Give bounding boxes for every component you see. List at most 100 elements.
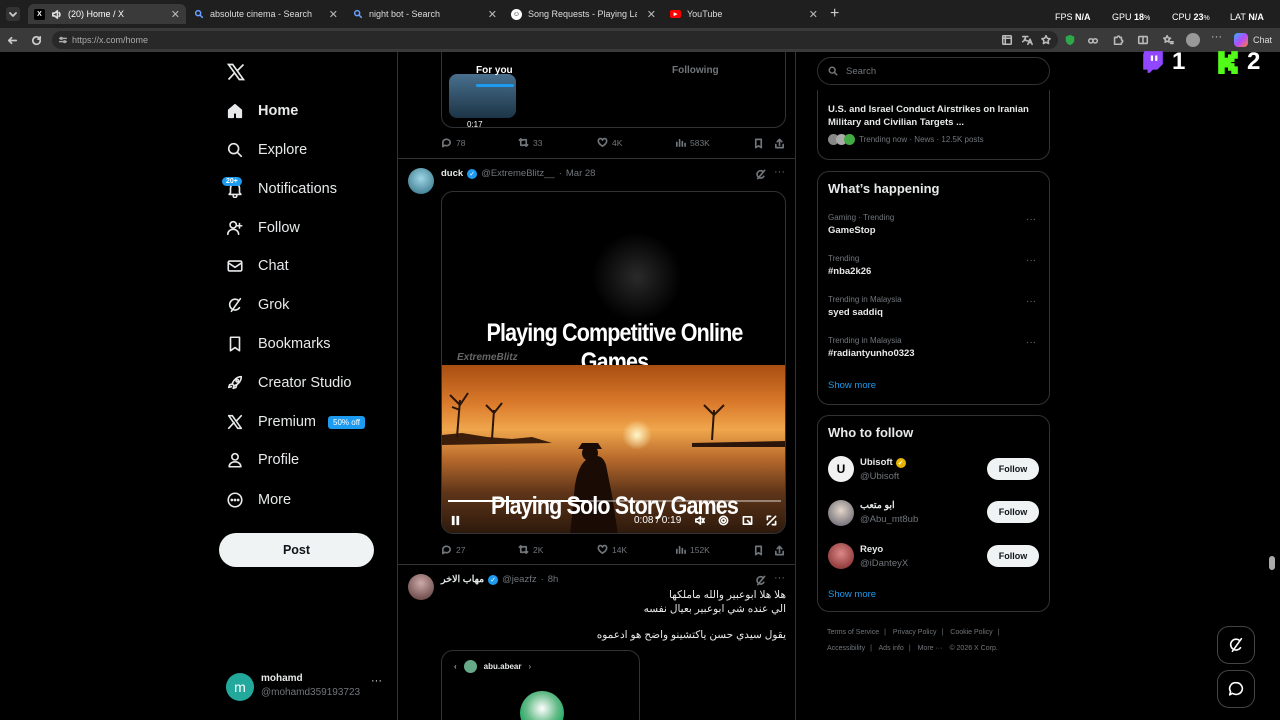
sidebar-item-bookmarks[interactable]: Bookmarks [226,329,331,359]
volume-icon[interactable] [694,515,705,526]
tweet-time[interactable]: 8h [548,574,559,585]
fullscreen-icon[interactable] [766,515,777,526]
views-button[interactable]: 152K [675,544,710,555]
close-icon[interactable]: ✕ [488,8,497,21]
favorites-icon[interactable] [1162,34,1174,46]
site-info-icon[interactable] [58,35,68,45]
speaker-icon[interactable] [51,9,62,20]
bookmark-icon[interactable] [753,545,764,556]
avatar[interactable] [408,168,434,194]
sidebar-item-home[interactable]: Home [226,96,298,126]
embedded-media-card[interactable]: ‹ abu.abear › [441,650,640,720]
tweet-time[interactable]: Mar 28 [566,168,596,179]
embed-account-name[interactable]: abu.abear [484,662,522,671]
share-icon[interactable] [774,545,785,556]
trend-more-icon[interactable]: ··· [1026,255,1036,266]
author-name[interactable]: مهاب الاخر [441,574,484,585]
sidebar-item-profile[interactable]: Profile [226,445,299,475]
translate-icon[interactable] [1021,34,1033,46]
picture-in-picture-icon[interactable] [742,515,753,526]
x-logo-icon[interactable] [226,62,246,82]
follow-button[interactable]: Follow [987,458,1039,480]
grok-icon[interactable] [755,575,766,586]
news-card[interactable]: U.S. and Israel Conduct Airstrikes on Ir… [817,90,1050,160]
like-button[interactable]: 4K [597,137,622,148]
follow-button[interactable]: Follow [987,501,1039,523]
sidebar-item-more[interactable]: More [226,485,291,515]
menu-dots-icon[interactable]: ··· [1211,31,1222,43]
tab-song-requests[interactable]: ☺ Song Requests - Playing Laszlo - S ✕ [505,4,662,24]
reload-icon[interactable] [30,34,43,47]
tab-following[interactable]: Following [672,65,719,76]
tab-absolute-cinema[interactable]: absolute cinema - Search ✕ [188,4,344,24]
search-input[interactable]: Search [817,57,1050,85]
split-screen-icon[interactable] [1137,34,1149,46]
pause-icon[interactable] [450,515,461,526]
chevron-left-icon[interactable]: ‹ [454,662,457,671]
puzzle-icon[interactable] [1112,34,1124,46]
bookmark-icon[interactable] [753,138,764,149]
trend-more-icon[interactable]: ··· [1026,337,1036,348]
tab-for-you[interactable]: For you [476,65,513,76]
url-field[interactable]: https://x.com/home [52,31,1058,49]
close-icon[interactable]: ✕ [647,8,656,21]
account-more-icon[interactable]: ··· [371,675,382,687]
page-scrollbar[interactable] [1269,56,1275,720]
like-button[interactable]: 14K [597,544,627,555]
profile-avatar-icon[interactable] [1186,33,1200,47]
footer-more-link[interactable]: More ··· [918,645,943,652]
post-button[interactable]: Post [219,533,374,567]
tab-x-home[interactable]: X (20) Home / X ✕ [28,4,186,24]
grok-icon[interactable] [755,169,766,180]
tab-youtube[interactable]: ▸ YouTube ✕ [664,4,824,24]
sidebar-item-creator-studio[interactable]: Creator Studio [226,368,352,398]
tweet-more-icon[interactable]: ··· [774,572,785,584]
close-icon[interactable]: ✕ [329,8,338,21]
author-name[interactable]: duck [441,168,463,179]
footer-accessibility-link[interactable]: Accessibility [827,645,865,652]
star-icon[interactable] [1040,34,1052,46]
tweet-more-icon[interactable]: ··· [774,166,785,178]
footer-cookie-link[interactable]: Cookie Policy [950,629,992,636]
account-switcher[interactable]: m mohamd @mohamd359193723 ··· [226,671,386,703]
share-icon[interactable] [774,138,785,149]
video-player[interactable]: Playing Competitive Online Games Extreme… [441,191,786,534]
scrollbar-thumb[interactable] [1269,556,1275,570]
video-progress-bar[interactable] [448,500,781,502]
close-icon[interactable]: ✕ [171,8,180,21]
sidebar-item-explore[interactable]: Explore [226,135,307,165]
sidebar-item-chat[interactable]: Chat [226,251,289,281]
author-handle[interactable]: @ExtremeBlitz__ [481,168,555,179]
app-available-icon[interactable] [1001,34,1013,46]
tab-night-bot[interactable]: night bot - Search ✕ [347,4,503,24]
repost-button[interactable]: 33 [518,137,542,148]
shield-icon[interactable] [1064,34,1076,46]
repost-button[interactable]: 2K [518,544,543,555]
grok-floating-button[interactable] [1217,626,1255,664]
sidebar-item-notifications[interactable]: Notifications [226,174,337,204]
chat-floating-button[interactable] [1217,670,1255,708]
tab-list-button[interactable] [6,7,20,21]
reply-button[interactable]: 78 [441,137,465,148]
extension-icon[interactable] [1087,34,1099,46]
views-button[interactable]: 583K [675,137,710,148]
author-handle[interactable]: @jeazfz [502,574,536,585]
footer-terms-link[interactable]: Terms of Service [827,629,879,636]
sidebar-item-grok[interactable]: Grok [226,290,289,320]
avatar[interactable] [408,574,434,600]
settings-icon[interactable] [718,515,729,526]
close-icon[interactable]: ✕ [809,8,818,21]
copilot-chat-button[interactable]: Chat [1234,33,1272,47]
follow-button[interactable]: Follow [987,545,1039,567]
back-icon[interactable] [6,34,19,47]
trend-more-icon[interactable]: ··· [1026,214,1036,225]
reply-button[interactable]: 27 [441,544,465,555]
sidebar-item-follow[interactable]: Follow [226,213,300,243]
footer-privacy-link[interactable]: Privacy Policy [893,629,937,636]
sidebar-item-premium[interactable]: Premium 50% off [226,407,365,437]
footer-ads-link[interactable]: Ads info [879,645,904,652]
show-more-link[interactable]: Show more [828,589,876,600]
trend-more-icon[interactable]: ··· [1026,296,1036,307]
show-more-link[interactable]: Show more [828,380,876,391]
news-headline[interactable]: U.S. and Israel Conduct Airstrikes on Ir… [828,103,1038,129]
